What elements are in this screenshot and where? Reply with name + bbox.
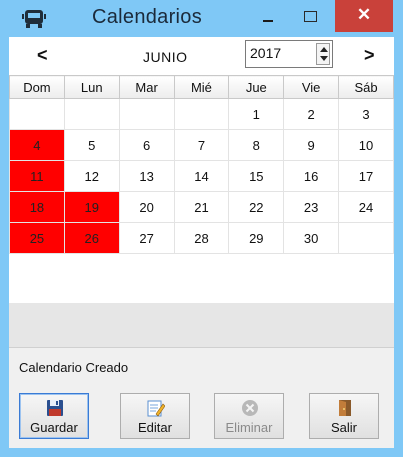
weekday-header: Sáb <box>338 75 394 99</box>
calendar-window: Calendarios ✕ < JUNIO 2017 > Dom Lun Mar… <box>0 0 403 457</box>
edit-button-label: Editar <box>138 420 172 435</box>
calendar-day-cell[interactable]: 19 <box>63 191 120 223</box>
calendar-week-row: 4 5 6 7 8 9 10 <box>9 129 394 161</box>
weekday-header: Vie <box>283 75 340 99</box>
calendar-table: Dom Lun Mar Mié Jue Vie Sáb 1 2 3 4 5 6 7 8 9 10 1… <box>9 75 394 254</box>
save-button-label: Guardar <box>30 420 78 435</box>
weekday-header: Mié <box>173 75 230 99</box>
calendar-empty-cell <box>63 98 120 130</box>
maximize-button[interactable] <box>294 4 324 32</box>
bus-icon <box>22 9 46 29</box>
save-button[interactable]: Guardar <box>19 393 89 439</box>
calendar-day-cell[interactable]: 8 <box>228 129 285 161</box>
minimize-button[interactable] <box>252 4 282 32</box>
calendar-empty-cell <box>118 98 175 130</box>
calendar-week-row: 25 26 27 28 29 30 <box>9 222 394 254</box>
close-button[interactable]: ✕ <box>335 0 393 32</box>
calendar-empty-cell <box>9 98 65 130</box>
next-month-button[interactable]: > <box>364 45 375 66</box>
year-value[interactable]: 2017 <box>250 45 281 61</box>
calendar-day-cell[interactable]: 6 <box>118 129 175 161</box>
calendar-empty-area <box>9 303 394 348</box>
title-bar[interactable]: Calendarios ✕ <box>0 0 403 37</box>
calendar-day-cell[interactable]: 4 <box>9 129 65 161</box>
calendar-day-cell[interactable]: 10 <box>338 129 394 161</box>
calendar-day-cell[interactable]: 27 <box>118 222 175 254</box>
calendar-day-cell[interactable]: 30 <box>283 222 340 254</box>
calendar-empty-cell <box>173 98 230 130</box>
calendar-day-cell[interactable]: 3 <box>338 98 394 130</box>
calendar-day-cell[interactable]: 12 <box>63 160 120 192</box>
calendar-day-cell[interactable]: 14 <box>173 160 230 192</box>
door-exit-icon <box>339 400 351 416</box>
weekday-header-row: Dom Lun Mar Mié Jue Vie Sáb <box>9 75 394 99</box>
calendar-day-cell[interactable]: 15 <box>228 160 285 192</box>
calendar-day-cell[interactable]: 20 <box>118 191 175 223</box>
calendar-day-cell[interactable]: 21 <box>173 191 230 223</box>
status-text: Calendario Creado <box>19 360 129 375</box>
edit-document-icon <box>147 400 165 417</box>
window-title: Calendarios <box>92 6 203 28</box>
calendar-week-row: 123 <box>9 98 394 130</box>
spin-down-icon[interactable] <box>320 56 328 61</box>
previous-month-button[interactable]: < <box>37 45 48 66</box>
calendar-day-cell[interactable]: 7 <box>173 129 230 161</box>
exit-button[interactable]: Salir <box>309 393 379 439</box>
year-spin-buttons[interactable] <box>316 43 330 65</box>
calendar-day-cell[interactable]: 1 <box>228 98 285 130</box>
delete-button-label: Eliminar <box>225 420 273 435</box>
calendar-day-cell[interactable]: 9 <box>283 129 340 161</box>
calendar-day-cell[interactable]: 5 <box>63 129 120 161</box>
floppy-disk-icon <box>47 400 63 416</box>
month-label: JUNIO <box>143 49 188 65</box>
weekday-header: Lun <box>63 75 120 99</box>
calendar-day-cell[interactable]: 28 <box>173 222 230 254</box>
weekday-header: Jue <box>228 75 285 99</box>
year-spinner[interactable]: 2017 <box>245 40 333 68</box>
calendar-empty-cell <box>338 222 394 254</box>
calendar-day-cell[interactable]: 24 <box>338 191 394 223</box>
delete-circle-icon <box>242 400 258 416</box>
calendar-day-cell[interactable]: 23 <box>283 191 340 223</box>
calendar-day-cell[interactable]: 2 <box>283 98 340 130</box>
window-client: < JUNIO 2017 > Dom Lun Mar Mié Jue Vie S… <box>9 37 394 448</box>
calendar-day-cell[interactable]: 22 <box>228 191 285 223</box>
calendar-day-cell[interactable]: 16 <box>283 160 340 192</box>
calendar-week-row: 11 12 13 14 15 16 17 <box>9 160 394 192</box>
calendar-day-cell[interactable]: 29 <box>228 222 285 254</box>
month-navigation: < JUNIO 2017 > <box>9 37 394 75</box>
calendar-day-cell[interactable]: 25 <box>9 222 65 254</box>
calendar-day-cell[interactable]: 13 <box>118 160 175 192</box>
calendar-week-row: 18 19 20 21 22 23 24 <box>9 191 394 223</box>
calendar-day-cell[interactable]: 18 <box>9 191 65 223</box>
exit-button-label: Salir <box>330 420 357 435</box>
weekday-header: Dom <box>9 75 65 99</box>
weekday-header: Mar <box>118 75 175 99</box>
calendar-day-cell[interactable]: 11 <box>9 160 65 192</box>
calendar-day-cell[interactable]: 26 <box>63 222 120 254</box>
calendar-body: 1 2 3 4 5 6 7 8 9 10 11 12 13 14 15 16 17 18 19 20 21 22 23 24 2… <box>9 98 394 254</box>
edit-button[interactable]: Editar <box>120 393 190 439</box>
calendar-day-cell[interactable]: 17 <box>338 160 394 192</box>
delete-button[interactable]: Eliminar <box>214 393 284 439</box>
calendar-grid: Dom Lun Mar Mié Jue Vie Sáb 1 2 3 4 5 6 7 8 9 10 1… <box>9 75 394 303</box>
spin-up-icon[interactable] <box>320 47 328 52</box>
